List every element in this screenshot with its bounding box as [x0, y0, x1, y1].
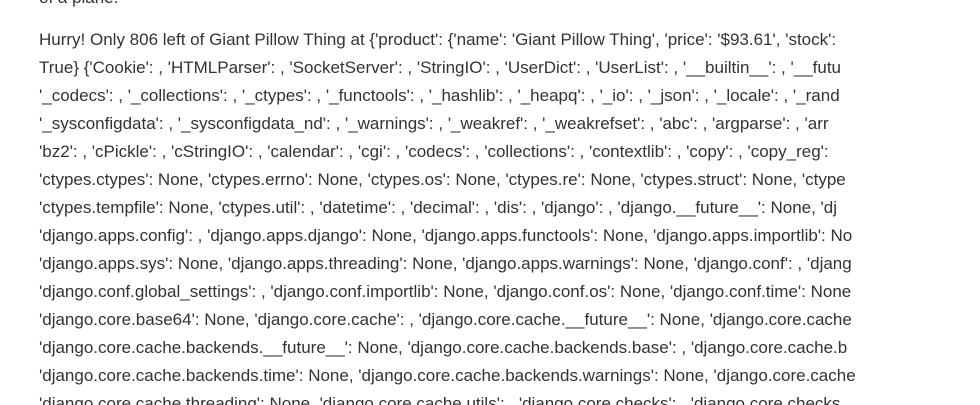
- error-page: of a plane. Hurry! Only 806 left of Gian…: [0, 0, 980, 405]
- dump-line: Hurry! Only 806 left of Giant Pillow Thi…: [39, 30, 837, 49]
- dump-line: True} {'Cookie': , 'HTMLParser': , 'Sock…: [39, 58, 842, 77]
- dump-line: 'django.core.base64': None, 'django.core…: [39, 310, 852, 329]
- dump-line: 'ctypes.tempfile': None, 'ctypes.util': …: [39, 198, 838, 217]
- dump-line: 'django.apps.config': , 'django.apps.dja…: [39, 226, 853, 245]
- dump-line: 'django.core.cache.backends.time': None,…: [39, 366, 856, 385]
- previous-paragraph-fragment: of a plane.: [39, 0, 118, 12]
- debug-dump-paragraph: Hurry! Only 806 left of Giant Pillow Thi…: [39, 26, 980, 405]
- dump-line: 'ctypes.ctypes': None, 'ctypes.errno': N…: [39, 170, 846, 189]
- dump-line: 'django.core.cache.backends.__future__':…: [39, 338, 848, 357]
- dump-line: '_sysconfigdata': , '_sysconfigdata_nd':…: [39, 114, 829, 133]
- dump-line: 'bz2': , 'cPickle': , 'cStringIO': , 'ca…: [39, 142, 829, 161]
- dump-line: 'django.core.cache.threading': None, 'dj…: [39, 394, 841, 405]
- dump-line: 'django.conf.global_settings': , 'django…: [39, 282, 852, 301]
- dump-line: 'django.apps.sys': None, 'django.apps.th…: [39, 254, 852, 273]
- dump-line: '_codecs': , '_collections': , '_ctypes'…: [39, 86, 840, 105]
